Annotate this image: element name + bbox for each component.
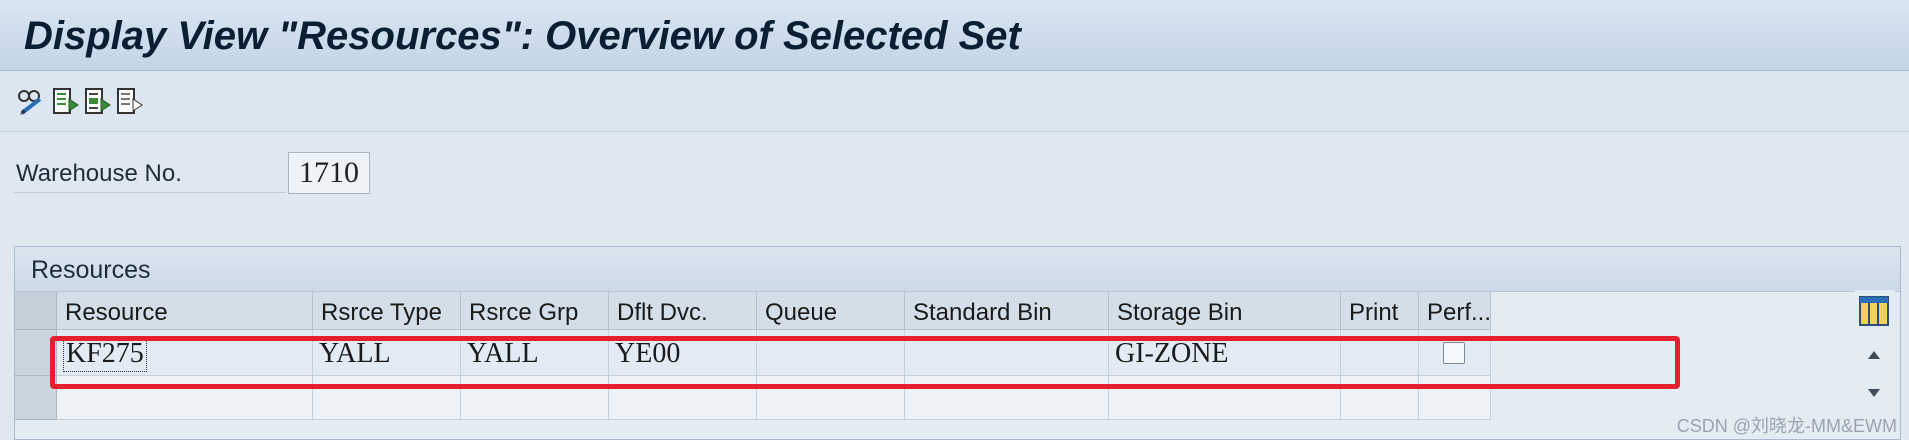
application-toolbar: [0, 71, 1909, 132]
warehouse-label: Warehouse No.: [16, 160, 182, 187]
column-header-print[interactable]: Print: [1341, 292, 1419, 330]
cell-standard-bin[interactable]: [905, 330, 1109, 376]
cell-rsrce-type[interactable]: [313, 376, 461, 420]
cell-perf: [1419, 330, 1491, 376]
row-selector[interactable]: [15, 330, 57, 376]
select-all-icon[interactable]: [50, 86, 80, 118]
column-header-dflt-dvc[interactable]: Dflt Dvc.: [609, 292, 757, 330]
cell-resource[interactable]: [57, 376, 313, 420]
cell-rsrce-grp[interactable]: [461, 376, 609, 420]
display-change-icon[interactable]: [16, 86, 46, 118]
resources-section-header: Resources: [15, 247, 1900, 292]
deselect-all-icon[interactable]: [114, 86, 144, 118]
watermark: CSDN @刘晓龙-MM&EWM: [1676, 416, 1897, 436]
title-bar: Display View "Resources": Overview of Se…: [0, 0, 1909, 71]
select-block-icon[interactable]: [82, 86, 112, 118]
cell-rsrce-grp[interactable]: YALL: [461, 330, 609, 376]
cell-perf: [1419, 376, 1491, 420]
column-header-resource[interactable]: Resource: [57, 292, 313, 330]
cell-resource[interactable]: KF275: [57, 330, 313, 376]
column-settings-icon[interactable]: [1859, 296, 1889, 326]
cell-storage-bin[interactable]: [1109, 376, 1341, 420]
column-header-rsrce-grp[interactable]: Rsrce Grp: [461, 292, 609, 330]
column-header-queue[interactable]: Queue: [757, 292, 905, 330]
resources-grid: Resource Rsrce Type Rsrce Grp Dflt Dvc. …: [15, 292, 1803, 439]
row-selector[interactable]: [15, 376, 57, 420]
column-header-rsrce-type[interactable]: Rsrce Type: [313, 292, 461, 330]
cell-print[interactable]: [1341, 376, 1419, 420]
warehouse-label-underline: [14, 192, 286, 193]
cell-dflt-dvc[interactable]: [609, 376, 757, 420]
cell-queue[interactable]: [757, 376, 905, 420]
scroll-up-icon[interactable]: [1865, 348, 1883, 362]
perf-checkbox[interactable]: [1443, 342, 1465, 364]
resources-table-control: Resources Resource Rsrce Type Rsrce Grp …: [14, 246, 1901, 440]
column-header-storage-bin[interactable]: Storage Bin: [1109, 292, 1341, 330]
scroll-down-icon[interactable]: [1865, 386, 1883, 400]
page-title: Display View "Resources": Overview of Se…: [24, 14, 1021, 58]
cell-queue[interactable]: [757, 330, 905, 376]
cell-rsrce-type[interactable]: YALL: [313, 330, 461, 376]
cell-print[interactable]: [1341, 330, 1419, 376]
cell-standard-bin[interactable]: [905, 376, 1109, 420]
cell-resource-value: KF275: [63, 336, 147, 372]
section-title: Resources: [31, 256, 151, 284]
select-all-rows-button[interactable]: [15, 292, 57, 330]
cell-dflt-dvc[interactable]: YE00: [609, 330, 757, 376]
column-header-perf[interactable]: Perf...: [1419, 292, 1491, 330]
cell-storage-bin[interactable]: GI-ZONE: [1109, 330, 1341, 376]
column-header-standard-bin[interactable]: Standard Bin: [905, 292, 1109, 330]
warehouse-field[interactable]: 1710: [288, 152, 370, 194]
